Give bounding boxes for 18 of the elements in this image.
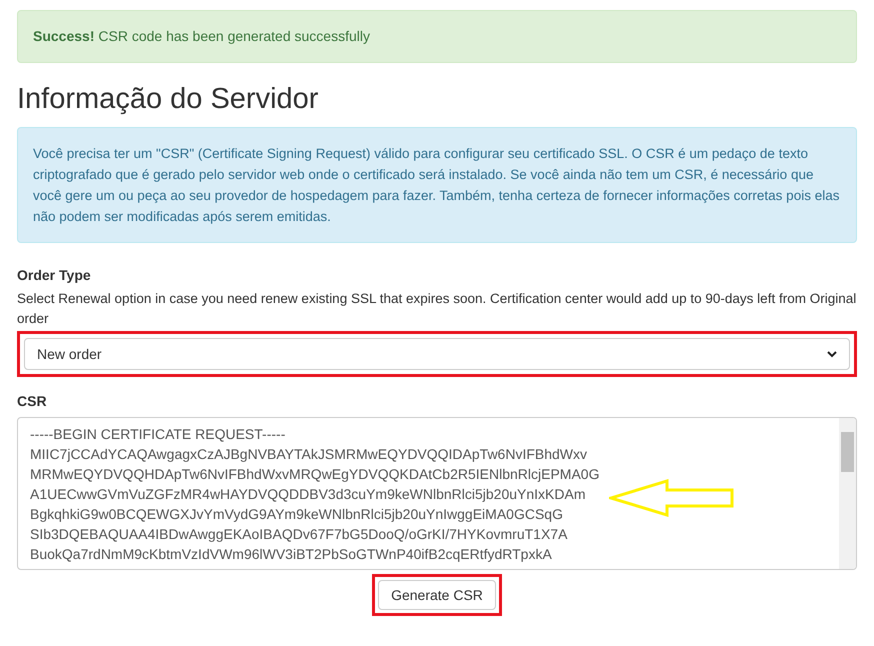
order-type-help: Select Renewal option in case you need renew existing SSL that expires soon. Certification center would add up to 90-days left from Original order — [17, 290, 857, 328]
csr-line: MRMwEQYDVQQHDApTw6NvIFBhdWxvMRQwEgYDVQQKDAtCb2R5IENlbnRlcjEPMA0G — [30, 465, 600, 484]
info-alert: Você precisa ter um "CSR" (Certificate Signing Request) válido para configurar seu certificado SSL. O CSR é um pedaço de texto criptografado que é gerado pelo servidor web onde o certificado será instalado. Se você ainda não tem um CSR, é necessário que você gere um ou peça ao seu provedor de hospedagem para fazer. Também, tenha certeza de fornecer informações corretas pois elas não podem ser modificadas após serem emitidas. — [17, 127, 857, 243]
csr-line: BgkqhkiG9w0BCQEWGXJvYmVydG9AYm9keWNlbnRlci5jb20uYnIwggEiMA0GCSqG — [30, 505, 563, 524]
csr-label: CSR — [17, 392, 48, 411]
order-type-label: Order Type — [17, 266, 92, 285]
csr-line: SIb3DQEBAQUAA4IBDwAwggEKAoIBAQDv67F7bG5DooQ/oGrKI/7HYKovmruT1X7A — [30, 525, 568, 544]
arrow-icon — [609, 479, 735, 517]
csr-line: A1UECwwGVmVuZGFzMR4wHAYDVQQDDBV3d3cuYm9keWNlbnRlci5jb20uYnIxKDAm — [30, 485, 586, 504]
success-alert: Success! CSR code has been generated successfully — [17, 10, 857, 63]
order-type-select[interactable]: New order — [24, 338, 850, 370]
csr-textarea[interactable] — [17, 417, 857, 570]
csr-line: BuokQa7rdNmM9cKbtmVzIdVWm96lWV3iBT2PbSoGTWnP40ifB2cqERtfydRTpxkA — [30, 545, 552, 564]
csr-line: -----BEGIN CERTIFICATE REQUEST----- — [30, 425, 286, 444]
csr-line: MIIC7jCCAdYCAQAwgagxCzAJBgNVBAYTAkJSMRMwEQYDVQQIDApTw6NvIFBhdWxv — [30, 445, 588, 464]
chevron-down-icon — [827, 350, 837, 358]
page-heading: Informação do Servidor — [17, 82, 320, 117]
generate-csr-button[interactable]: Generate CSR — [378, 580, 496, 610]
